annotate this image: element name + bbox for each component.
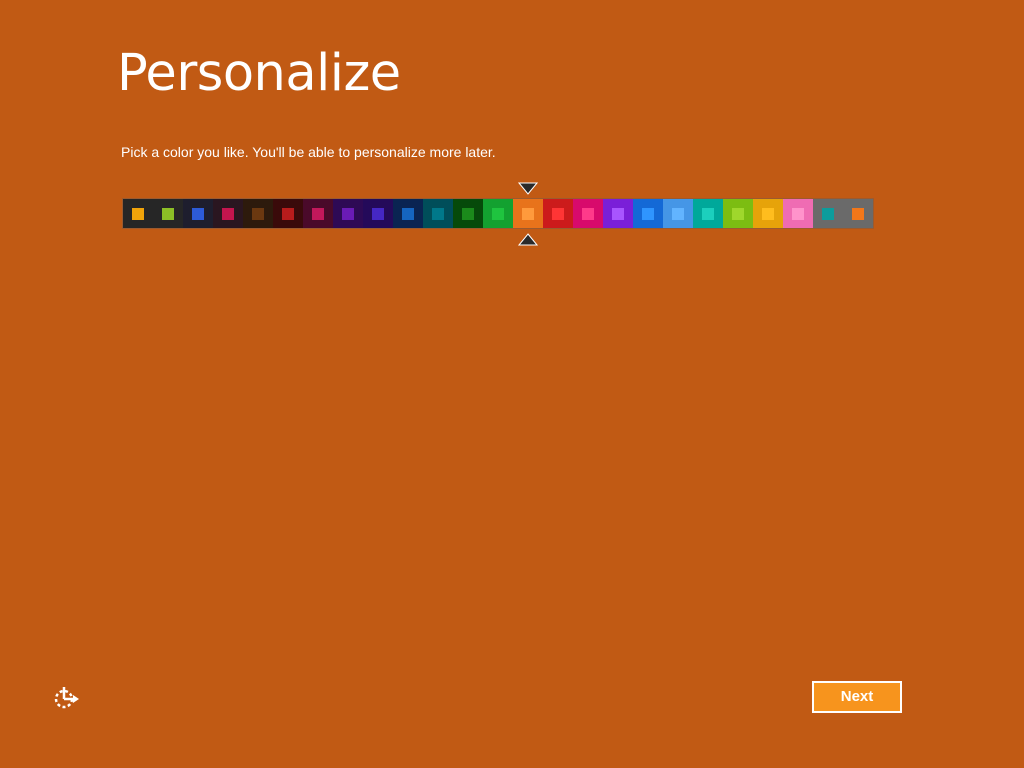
- color-swatch[interactable]: [663, 199, 693, 228]
- color-chip: [162, 208, 174, 220]
- color-swatch[interactable]: [753, 199, 783, 228]
- color-picker[interactable]: [122, 198, 874, 229]
- color-chip: [282, 208, 294, 220]
- color-swatch[interactable]: [633, 199, 663, 228]
- color-chip: [342, 208, 354, 220]
- color-swatch[interactable]: [603, 199, 633, 228]
- color-chip: [762, 208, 774, 220]
- color-swatch[interactable]: [183, 199, 213, 228]
- color-swatch[interactable]: [783, 199, 813, 228]
- color-swatch[interactable]: [213, 199, 243, 228]
- color-chip: [552, 208, 564, 220]
- color-chip: [792, 208, 804, 220]
- color-swatch[interactable]: [333, 199, 363, 228]
- color-chip: [222, 208, 234, 220]
- color-chip: [732, 208, 744, 220]
- color-swatch-selected[interactable]: [513, 199, 543, 228]
- color-chip: [402, 208, 414, 220]
- color-chip: [612, 208, 624, 220]
- color-chip: [822, 208, 834, 220]
- color-chip: [582, 208, 594, 220]
- color-chip: [852, 208, 864, 220]
- color-swatch[interactable]: [723, 199, 753, 228]
- selection-marker-up-icon: [518, 233, 538, 246]
- color-swatch[interactable]: [693, 199, 723, 228]
- color-chip: [372, 208, 384, 220]
- color-chip: [462, 208, 474, 220]
- color-chip: [702, 208, 714, 220]
- color-swatch[interactable]: [453, 199, 483, 228]
- next-button[interactable]: Next: [812, 681, 902, 713]
- color-chip: [522, 208, 534, 220]
- color-swatch[interactable]: [843, 199, 873, 228]
- color-swatch[interactable]: [273, 199, 303, 228]
- instruction-text: Pick a color you like. You'll be able to…: [121, 144, 496, 160]
- color-swatch[interactable]: [573, 199, 603, 228]
- color-swatch[interactable]: [363, 199, 393, 228]
- selection-marker-down-icon: [518, 182, 538, 195]
- ease-of-access-icon[interactable]: [52, 684, 80, 712]
- color-swatch[interactable]: [393, 199, 423, 228]
- color-swatch[interactable]: [483, 199, 513, 228]
- color-chip: [132, 208, 144, 220]
- color-swatch[interactable]: [813, 199, 843, 228]
- color-swatch[interactable]: [303, 199, 333, 228]
- color-swatch[interactable]: [243, 199, 273, 228]
- color-chip: [432, 208, 444, 220]
- color-swatch[interactable]: [123, 199, 153, 228]
- color-chip: [492, 208, 504, 220]
- color-chip: [642, 208, 654, 220]
- page-title: Personalize: [117, 44, 401, 103]
- color-chip: [312, 208, 324, 220]
- color-swatch[interactable]: [423, 199, 453, 228]
- color-chip: [252, 208, 264, 220]
- color-swatch[interactable]: [543, 199, 573, 228]
- color-chip: [192, 208, 204, 220]
- color-chip: [672, 208, 684, 220]
- color-swatch[interactable]: [153, 199, 183, 228]
